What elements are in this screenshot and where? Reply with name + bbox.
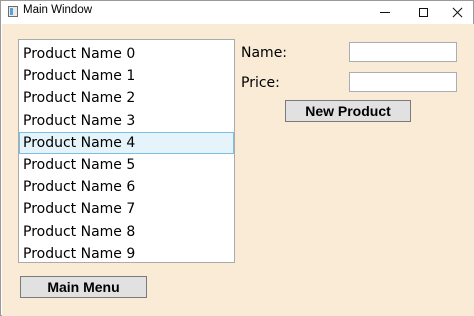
- list-item[interactable]: Product Name 3: [19, 110, 234, 132]
- maximize-button[interactable]: [405, 1, 441, 23]
- maximize-icon: [418, 7, 428, 17]
- close-icon: [452, 7, 463, 18]
- main-window: Main Window Product Name 0 Product Name 1…: [0, 0, 474, 316]
- name-label: Name:: [241, 45, 288, 61]
- window-title: Main Window: [23, 4, 93, 16]
- client-area: Product Name 0 Product Name 1 Product Name…: [2, 24, 474, 316]
- list-item[interactable]: Product Name 6: [19, 176, 234, 198]
- list-item[interactable]: Product Name 2: [19, 87, 234, 109]
- title-bar[interactable]: Main Window: [1, 1, 473, 23]
- minimize-button[interactable]: [367, 1, 403, 23]
- name-field[interactable]: [349, 42, 457, 62]
- list-item[interactable]: Product Name 9: [19, 243, 234, 262]
- list-item[interactable]: Product Name 0: [19, 43, 234, 65]
- price-field[interactable]: [349, 72, 457, 92]
- new-product-button[interactable]: New Product: [285, 100, 411, 122]
- close-button[interactable]: [439, 1, 474, 23]
- list-item[interactable]: Product Name 7: [19, 198, 234, 220]
- product-list[interactable]: Product Name 0 Product Name 1 Product Name…: [18, 39, 235, 263]
- list-item[interactable]: Product Name 1: [19, 65, 234, 87]
- list-item[interactable]: Product Name 5: [19, 154, 234, 176]
- main-menu-button[interactable]: Main Menu: [20, 276, 147, 298]
- price-label: Price:: [241, 75, 280, 91]
- list-item[interactable]: Product Name 8: [19, 221, 234, 243]
- app-window-icon: [8, 6, 18, 17]
- list-item-selected[interactable]: Product Name 4: [19, 131, 234, 154]
- minimize-icon: [380, 11, 390, 13]
